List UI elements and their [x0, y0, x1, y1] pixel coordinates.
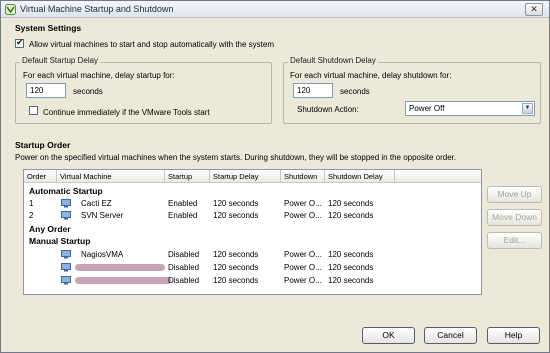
group-row-any-order[interactable]: Any Order [24, 224, 481, 235]
redacted-vm-name [75, 277, 171, 284]
startup-order-description: Power on the specified virtual machines … [15, 153, 457, 162]
row-startup-delay: 120 seconds [213, 263, 259, 272]
shutdown-delay-instruction: For each virtual machine, delay shutdown… [290, 71, 452, 80]
allow-auto-start-checkbox[interactable] [15, 37, 24, 48]
table-row[interactable]: NagiosVMA Disabled 120 seconds Power O..… [24, 249, 481, 260]
row-shutdown: Power O... [284, 276, 322, 285]
row-startup: Enabled [168, 199, 198, 208]
row-shutdown: Power O... [284, 263, 322, 272]
window-title: Virtual Machine Startup and Shutdown [20, 4, 174, 14]
close-icon: ✕ [530, 4, 538, 14]
table-row[interactable]: 1 Cacti EZ Enabled 120 seconds Power O..… [24, 198, 481, 209]
row-startup-delay: 120 seconds [213, 211, 259, 220]
row-order: 2 [29, 211, 34, 220]
row-startup-delay: 120 seconds [213, 276, 259, 285]
system-settings-title: System Settings [15, 23, 82, 33]
row-shutdown-delay: 120 seconds [328, 263, 374, 272]
row-startup: Disabled [168, 250, 200, 259]
column-header-startup[interactable]: Startup [165, 170, 210, 183]
row-shutdown: Power O... [284, 250, 322, 259]
startup-order-title: Startup Order [15, 140, 71, 150]
redacted-vm-name [75, 264, 165, 271]
virtual-machine-icon [61, 276, 71, 285]
virtual-machine-icon [61, 263, 71, 272]
shutdown-action-value: Power Off [409, 104, 445, 113]
cancel-button[interactable]: Cancel [424, 327, 477, 344]
row-shutdown: Power O... [284, 199, 322, 208]
chevron-down-icon[interactable]: ▼ [522, 103, 533, 114]
row-vm-name: SVN Server [81, 211, 124, 220]
row-shutdown: Power O... [284, 211, 322, 220]
table-row[interactable]: Disabled 120 seconds Power O... 120 seco… [24, 275, 481, 286]
table-row[interactable]: 2 SVN Server Enabled 120 seconds Power O… [24, 210, 481, 221]
row-shutdown-delay: 120 seconds [328, 211, 374, 220]
row-shutdown-delay: 120 seconds [328, 199, 374, 208]
row-shutdown-delay: 120 seconds [328, 250, 374, 259]
continue-immediately-label: Continue immediately if the VMware Tools… [43, 108, 210, 117]
move-down-button[interactable]: Move Down [487, 209, 542, 226]
startup-order-table: Order Virtual Machine Startup Startup De… [23, 169, 482, 295]
column-header-virtual-machine[interactable]: Virtual Machine [57, 170, 165, 183]
column-header-shutdown[interactable]: Shutdown [281, 170, 325, 183]
group-row-manual[interactable]: Manual Startup [24, 236, 481, 247]
group-label: Any Order [29, 224, 71, 234]
ok-button[interactable]: OK [362, 327, 415, 344]
edit-button[interactable]: Edit... [487, 232, 542, 249]
column-header-order[interactable]: Order [24, 170, 57, 183]
vm-gear-icon [5, 4, 16, 15]
startup-delay-instruction: For each virtual machine, delay startup … [23, 71, 175, 80]
continue-immediately-checkbox[interactable] [29, 106, 38, 115]
row-startup: Disabled [168, 263, 200, 272]
row-order: 1 [29, 199, 34, 208]
move-up-button[interactable]: Move Up [487, 186, 542, 203]
help-button[interactable]: Help [487, 327, 540, 344]
shutdown-action-select[interactable]: Power Off ▼ [405, 101, 535, 116]
shutdown-delay-unit: seconds [340, 87, 370, 96]
shutdown-delay-group-label: Default Shutdown Delay [288, 56, 378, 65]
row-startup-delay: 120 seconds [213, 199, 259, 208]
table-header: Order Virtual Machine Startup Startup De… [24, 170, 481, 183]
allow-auto-start-label: Allow virtual machines to start and stop… [29, 40, 274, 49]
table-row[interactable]: Disabled 120 seconds Power O... 120 seco… [24, 262, 481, 273]
shutdown-delay-input[interactable]: 120 [293, 83, 333, 98]
dialog-window: Virtual Machine Startup and Shutdown ✕ S… [0, 0, 550, 353]
virtual-machine-icon [61, 199, 71, 208]
startup-delay-group-label: Default Startup Delay [20, 56, 101, 65]
group-row-automatic[interactable]: Automatic Startup [24, 186, 481, 197]
row-startup: Enabled [168, 211, 198, 220]
shutdown-action-label: Shutdown Action: [297, 105, 359, 114]
close-button[interactable]: ✕ [525, 3, 543, 16]
row-vm-name: Cacti EZ [81, 199, 112, 208]
virtual-machine-icon [61, 211, 71, 220]
group-label: Manual Startup [29, 236, 91, 246]
row-shutdown-delay: 120 seconds [328, 276, 374, 285]
column-header-shutdown-delay[interactable]: Shutdown Delay [325, 170, 395, 183]
group-label: Automatic Startup [29, 186, 103, 196]
column-header-startup-delay[interactable]: Startup Delay [210, 170, 281, 183]
row-startup-delay: 120 seconds [213, 250, 259, 259]
virtual-machine-icon [61, 250, 71, 259]
startup-delay-input[interactable]: 120 [26, 83, 66, 98]
row-startup: Disabled [168, 276, 200, 285]
startup-delay-unit: seconds [73, 87, 103, 96]
row-vm-name: NagiosVMA [81, 250, 124, 259]
title-bar[interactable]: Virtual Machine Startup and Shutdown ✕ [1, 1, 549, 18]
